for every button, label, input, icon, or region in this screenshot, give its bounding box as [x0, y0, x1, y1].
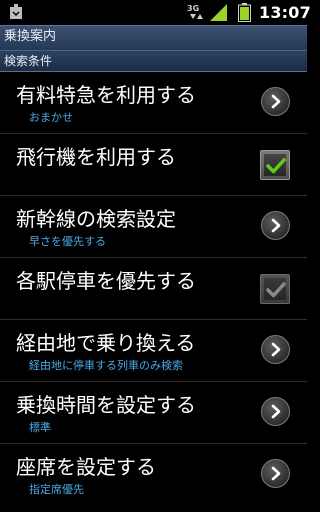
pref-transfer-time[interactable]: 乗換時間を設定する 標準 [0, 382, 307, 444]
network-type-label: 3G [187, 4, 199, 13]
pref-summary: 標準 [29, 421, 51, 434]
pref-summary: 指定席優先 [29, 483, 84, 496]
checkmark-icon [266, 158, 286, 174]
network-3g-icon: 3G [187, 4, 203, 19]
pref-title: 経由地で乗り換える [16, 331, 196, 355]
chevron-right-icon[interactable] [261, 459, 290, 488]
preference-list: 有料特急を利用する おまかせ 飛行機を利用する 新幹線の検索設定 早さを優先する… [0, 72, 307, 506]
pref-title: 有料特急を利用する [16, 83, 196, 107]
pref-title: 各駅停車を優先する [16, 269, 196, 293]
chevron-right-icon[interactable] [261, 397, 290, 426]
chevron-right-icon[interactable] [261, 87, 290, 116]
download-notification-icon[interactable] [9, 4, 23, 20]
pref-title: 乗換時間を設定する [16, 393, 196, 417]
local-train-checkbox[interactable] [260, 274, 290, 304]
app-title: 乗換案内 [4, 29, 57, 44]
pref-summary: 早さを優先する [29, 235, 106, 248]
pref-airplane[interactable]: 飛行機を利用する [0, 134, 307, 196]
pref-limited-express[interactable]: 有料特急を利用する おまかせ [0, 72, 307, 134]
pref-title: 飛行機を利用する [16, 145, 176, 169]
section-header-label: 検索条件 [4, 54, 53, 68]
signal-strength-icon [210, 4, 227, 21]
airplane-checkbox[interactable] [260, 150, 290, 180]
pref-seat[interactable]: 座席を設定する 指定席優先 [0, 444, 307, 506]
pref-title: 座席を設定する [16, 455, 156, 479]
pref-title: 新幹線の検索設定 [16, 207, 176, 231]
battery-icon [238, 3, 251, 22]
status-bar: 3G 13:07 [0, 0, 311, 25]
checkmark-icon [266, 282, 286, 298]
pref-local-train[interactable]: 各駅停車を優先する [0, 258, 307, 320]
section-header: 検索条件 [0, 50, 307, 72]
pref-via-station[interactable]: 経由地で乗り換える 経由地に停車する列車のみ検索 [0, 320, 307, 382]
pref-summary: 経由地に停車する列車のみ検索 [29, 359, 183, 372]
status-clock: 13:07 [259, 3, 311, 22]
pref-summary: おまかせ [29, 111, 73, 124]
chevron-right-icon[interactable] [261, 335, 290, 364]
pref-shinkansen[interactable]: 新幹線の検索設定 早さを優先する [0, 196, 307, 258]
app-title-bar: 乗換案内 [0, 25, 307, 50]
chevron-right-icon[interactable] [261, 211, 290, 240]
